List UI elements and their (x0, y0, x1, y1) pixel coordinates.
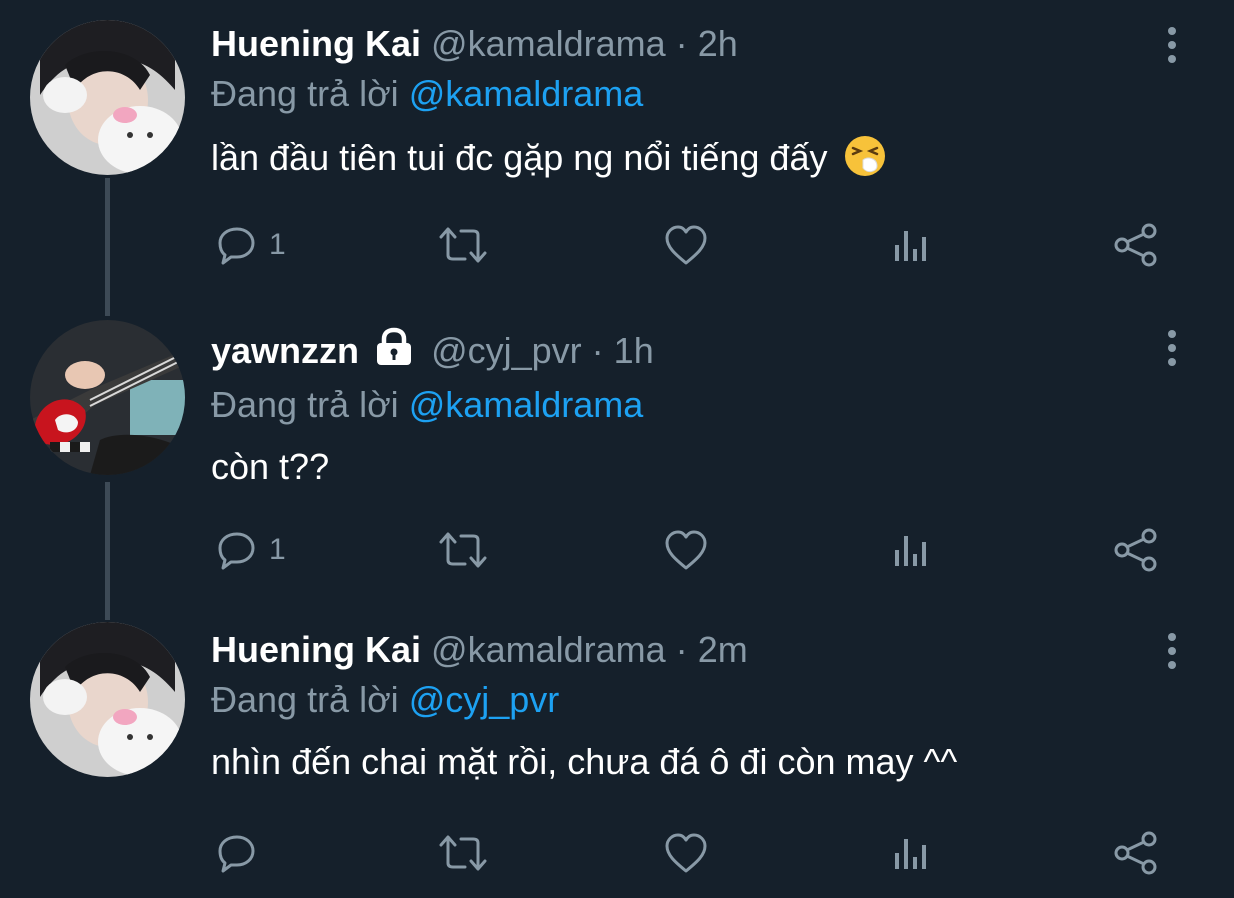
tweet-text: còn t?? (211, 445, 1164, 489)
share-button[interactable] (1113, 525, 1159, 575)
replying-to: Đang trả lời @kamaldrama (211, 383, 1164, 427)
retweet-button[interactable] (437, 828, 489, 878)
display-name[interactable]: Huening Kai (211, 629, 421, 670)
tweet-actions (211, 828, 1171, 878)
tweet-text-content: lần đầu tiên tui đc gặp ng nổi tiếng đấy (211, 137, 828, 178)
tweet-text: nhìn đến chai mặt rồi, chưa đá ô đi còn … (211, 740, 1164, 784)
tweet-header: Huening Kai @kamaldrama · 2m (211, 628, 1164, 672)
avatar[interactable] (30, 622, 185, 777)
retweet-button[interactable] (437, 525, 489, 575)
user-handle[interactable]: @kamaldrama (431, 23, 666, 64)
analytics-icon (895, 839, 926, 869)
tweet-header: Huening Kai @kamaldrama · 2h (211, 22, 1164, 66)
avatar[interactable] (30, 320, 185, 475)
timestamp[interactable]: 2m (698, 629, 748, 670)
mention-link[interactable]: @kamaldrama (409, 384, 644, 425)
reply-count: 1 (269, 533, 286, 566)
reply-button[interactable]: 1 (215, 525, 286, 575)
analytics-icon (895, 536, 926, 566)
tweet[interactable]: yawnzzn @cyj_pvr · 1h Đang trả lời @kama… (0, 303, 1234, 603)
heart-icon (665, 225, 707, 265)
tweet-actions: 1 (211, 220, 1171, 270)
tweet-actions: 1 (211, 525, 1171, 575)
replying-to-label: Đang trả lời (211, 73, 399, 114)
sneezing-face-icon (843, 134, 887, 188)
analytics-icon (895, 231, 926, 261)
replying-to-label: Đang trả lời (211, 679, 399, 720)
tweet-text-content: còn t?? (211, 446, 330, 487)
avatar[interactable] (30, 20, 185, 175)
analytics-button[interactable] (891, 828, 931, 878)
reply-button[interactable]: 1 (215, 220, 286, 270)
lock-icon (373, 327, 415, 377)
tweet[interactable]: Huening Kai @kamaldrama · 2m Đang trả lờ… (0, 606, 1234, 898)
more-options-icon[interactable] (1162, 26, 1182, 69)
reply-count: 1 (269, 228, 286, 261)
tweet-content: Huening Kai @kamaldrama · 2h Đang trả lờ… (211, 22, 1164, 188)
reply-icon (218, 835, 255, 873)
analytics-button[interactable] (891, 220, 931, 270)
share-button[interactable] (1113, 220, 1159, 270)
tweet-text-content: nhìn đến chai mặt rồi, chưa đá ô đi còn … (211, 741, 958, 782)
timestamp[interactable]: 1h (614, 330, 654, 371)
tweet-content: Huening Kai @kamaldrama · 2m Đang trả lờ… (211, 628, 1164, 784)
tweet-content: yawnzzn @cyj_pvr · 1h Đang trả lời @kama… (211, 327, 1164, 489)
heart-icon (665, 833, 707, 873)
tweet-header: yawnzzn @cyj_pvr · 1h (211, 327, 1164, 377)
share-icon (1114, 831, 1157, 875)
retweet-icon (439, 227, 487, 263)
replying-to-label: Đang trả lời (211, 384, 399, 425)
share-button[interactable] (1113, 828, 1159, 878)
more-options-icon[interactable] (1162, 329, 1182, 372)
tweet-text: lần đầu tiên tui đc gặp ng nổi tiếng đấy (211, 134, 1164, 188)
separator-dot: · (675, 23, 688, 64)
share-icon (1114, 223, 1157, 267)
reply-button[interactable] (215, 828, 269, 878)
more-options-icon[interactable] (1162, 632, 1182, 675)
retweet-button[interactable] (437, 220, 489, 270)
replying-to: Đang trả lời @kamaldrama (211, 72, 1164, 116)
retweet-icon (439, 835, 487, 871)
user-handle[interactable]: @kamaldrama (431, 629, 666, 670)
like-button[interactable] (663, 525, 709, 575)
separator-dot: · (591, 330, 604, 371)
like-button[interactable] (663, 828, 709, 878)
mention-link[interactable]: @kamaldrama (409, 73, 644, 114)
reply-icon (218, 227, 255, 265)
share-icon (1114, 528, 1157, 572)
like-button[interactable] (663, 220, 709, 270)
display-name[interactable]: yawnzzn (211, 330, 359, 371)
analytics-button[interactable] (891, 525, 931, 575)
retweet-icon (439, 532, 487, 568)
separator-dot: · (675, 629, 688, 670)
mention-link[interactable]: @cyj_pvr (409, 679, 560, 720)
timestamp[interactable]: 2h (698, 23, 738, 64)
reply-icon (218, 532, 255, 570)
replying-to: Đang trả lời @cyj_pvr (211, 678, 1164, 722)
display-name[interactable]: Huening Kai (211, 23, 421, 64)
tweet[interactable]: Huening Kai @kamaldrama · 2h Đang trả lờ… (0, 0, 1234, 300)
heart-icon (665, 530, 707, 570)
user-handle[interactable]: @cyj_pvr (431, 330, 582, 371)
